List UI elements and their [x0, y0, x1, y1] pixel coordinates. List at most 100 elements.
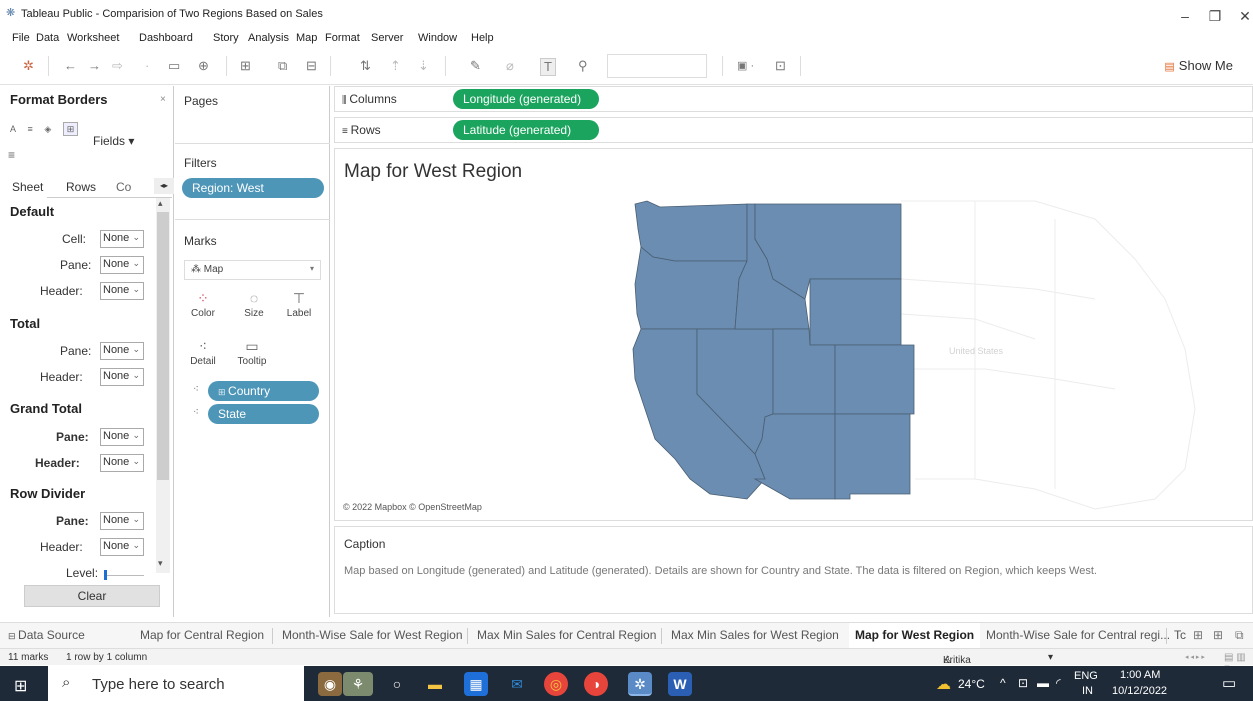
state-arizona[interactable] — [753, 413, 836, 500]
state-wyoming[interactable] — [809, 278, 902, 346]
columns-pill-longitude[interactable]: Longitude (generated) — [453, 89, 599, 109]
taskbar-search[interactable]: ⌕ Type here to search — [48, 666, 304, 701]
show-me-button[interactable]: ▤ Show Me — [1164, 58, 1233, 73]
duplicate-sheet-icon[interactable]: ⧉ — [278, 58, 287, 74]
tab-data-source[interactable]: ⊟ Data Source — [8, 623, 85, 648]
scrollbar-thumb[interactable] — [157, 212, 169, 480]
total-header-select[interactable]: None ⌄ — [100, 368, 144, 386]
grand-total-pane-select[interactable]: None ⌄ — [100, 428, 144, 446]
default-cell-select[interactable]: None ⌄ — [100, 230, 144, 248]
user-dropdown-icon[interactable]: ▾ — [1048, 652, 1053, 663]
tab-map-central[interactable]: Map for Central Region — [140, 623, 264, 648]
clock-date[interactable]: 10/12/2022 — [1112, 685, 1167, 697]
row-divider-header-select[interactable]: None ⌄ — [100, 538, 144, 556]
meet-now-icon[interactable]: ⊡ — [1018, 676, 1028, 690]
save-dropdown-icon[interactable]: · — [145, 58, 149, 74]
tab-map-west[interactable]: Map for West Region — [849, 623, 981, 648]
pin-axes-icon[interactable]: ⚲ — [578, 58, 588, 74]
menu-worksheet[interactable]: Worksheet — [67, 32, 119, 44]
total-pane-select[interactable]: None ⌄ — [100, 342, 144, 360]
save-icon[interactable]: ▭ — [168, 58, 180, 74]
detail-pill-country[interactable]: ⊞ Country — [208, 381, 319, 401]
font-format-icon[interactable]: A — [10, 124, 16, 134]
new-data-source-icon[interactable]: ⊕ — [198, 58, 209, 74]
file-explorer-icon[interactable]: ▬ — [423, 672, 447, 696]
scroll-down-icon[interactable]: ▾ — [158, 558, 163, 569]
size-button[interactable]: ◌ Size — [235, 288, 273, 328]
lines-format-icon[interactable]: ≡ — [8, 148, 15, 162]
tray-chevron-icon[interactable]: ^ — [1000, 676, 1006, 690]
close-icon[interactable]: × — [160, 94, 166, 105]
new-story-tab-icon[interactable]: ⧉ — [1235, 623, 1244, 648]
tab-rows[interactable]: Rows — [66, 180, 96, 194]
pages-card[interactable]: Pages — [175, 86, 330, 144]
rows-shelf[interactable]: ≡ Rows Latitude (generated) — [334, 117, 1253, 143]
detail-pill-state[interactable]: State — [208, 404, 319, 424]
mark-type-dropdown[interactable]: ⁂ Map ▾ — [184, 260, 321, 280]
clear-sheet-icon[interactable]: ⊟ — [306, 58, 317, 74]
notification-icon[interactable]: ▭ — [1222, 674, 1236, 692]
level-slider[interactable] — [104, 570, 144, 580]
widget-icon[interactable]: ◉ — [318, 672, 342, 696]
new-dashboard-tab-icon[interactable]: ⊞ — [1213, 623, 1223, 648]
show-cards-icon[interactable]: ▣ · — [737, 58, 754, 74]
default-pane-select[interactable]: None ⌄ — [100, 256, 144, 274]
borders-format-icon[interactable]: ⊞ — [62, 122, 79, 136]
menu-window[interactable]: Window — [418, 32, 457, 44]
menu-story[interactable]: Story — [213, 32, 239, 44]
menu-server[interactable]: Server — [371, 32, 403, 44]
menu-format[interactable]: Format — [325, 32, 360, 44]
menu-data[interactable]: Data — [36, 32, 59, 44]
menu-file[interactable]: File — [12, 32, 30, 44]
map-view[interactable]: Map for West Region United States © 2022… — [334, 148, 1253, 521]
filter-pill-region[interactable]: Region: West — [182, 178, 324, 198]
filters-card[interactable]: Filters Region: West — [175, 148, 330, 220]
color-button[interactable]: ⁘ Color — [184, 288, 222, 328]
presentation-mode-icon[interactable]: ⊡ — [775, 58, 786, 74]
columns-shelf[interactable]: ⫼ Columns Longitude (generated) — [334, 86, 1253, 112]
row-divider-pane-select[interactable]: None ⌄ — [100, 512, 144, 530]
windows-start-icon[interactable]: ⊞ — [14, 676, 27, 696]
mail-icon[interactable]: ✉ — [505, 672, 529, 696]
state-washington[interactable] — [634, 200, 748, 262]
tab-overflow[interactable]: Tc — [1174, 623, 1186, 648]
fit-dropdown[interactable] — [607, 54, 707, 78]
tooltip-button[interactable]: ▭ Tooltip — [233, 336, 271, 376]
grand-total-header-select[interactable]: None ⌄ — [100, 454, 144, 472]
shading-format-icon[interactable]: ◈ — [44, 124, 51, 134]
menu-analysis[interactable]: Analysis — [248, 32, 289, 44]
store-icon[interactable]: ▦ — [464, 672, 488, 696]
tab-monthwise-west[interactable]: Month-Wise Sale for West Region — [282, 623, 463, 648]
label-button[interactable]: ⊤ Label — [280, 288, 318, 328]
tableau-start-icon[interactable]: ✲ — [23, 58, 34, 74]
tab-sheet[interactable]: Sheet — [12, 176, 48, 198]
chrome-profile-icon[interactable]: ◑ — [584, 672, 608, 696]
state-shapes[interactable] — [632, 200, 915, 500]
news-icon[interactable]: ⚘ — [343, 672, 373, 696]
task-view-icon[interactable]: ○ — [385, 672, 409, 696]
state-colorado[interactable] — [834, 344, 915, 415]
slider-handle[interactable] — [104, 570, 107, 580]
redo-icon[interactable]: → — [88, 58, 101, 74]
tab-columns[interactable]: Co — [116, 180, 131, 194]
show-mark-labels-icon[interactable]: T — [540, 58, 556, 76]
wifi-icon[interactable]: ◜ — [1056, 676, 1061, 690]
tab-maxmin-west[interactable]: Max Min Sales for West Region — [671, 623, 839, 648]
menu-help[interactable]: Help — [471, 32, 494, 44]
sort-ascending-icon[interactable]: ⇡ — [390, 58, 401, 74]
language-bottom[interactable]: IN — [1082, 685, 1093, 697]
sheet-nav-arrows-icon[interactable]: ◂ ◂ ▸ ▸ — [1185, 653, 1205, 661]
scroll-up-icon[interactable]: ▴ — [158, 198, 163, 209]
sort-descending-icon[interactable]: ⇣ — [418, 58, 429, 74]
tableau-taskbar-icon[interactable]: ✲ — [628, 672, 652, 696]
new-worksheet-icon[interactable]: ⊞ — [240, 58, 251, 74]
minimize-button[interactable]: – — [1170, 6, 1200, 26]
detail-button[interactable]: ⁖ Detail — [184, 336, 222, 376]
word-icon[interactable]: W — [668, 672, 692, 696]
state-new-mexico[interactable] — [834, 413, 911, 500]
replay-icon[interactable]: ⇨ — [112, 58, 123, 74]
chrome-icon[interactable]: ◎ — [544, 672, 568, 696]
highlight-icon[interactable]: ✎ — [470, 58, 481, 74]
alignment-format-icon[interactable]: ≡ — [28, 124, 33, 134]
battery-icon[interactable]: ▬ — [1037, 676, 1049, 690]
